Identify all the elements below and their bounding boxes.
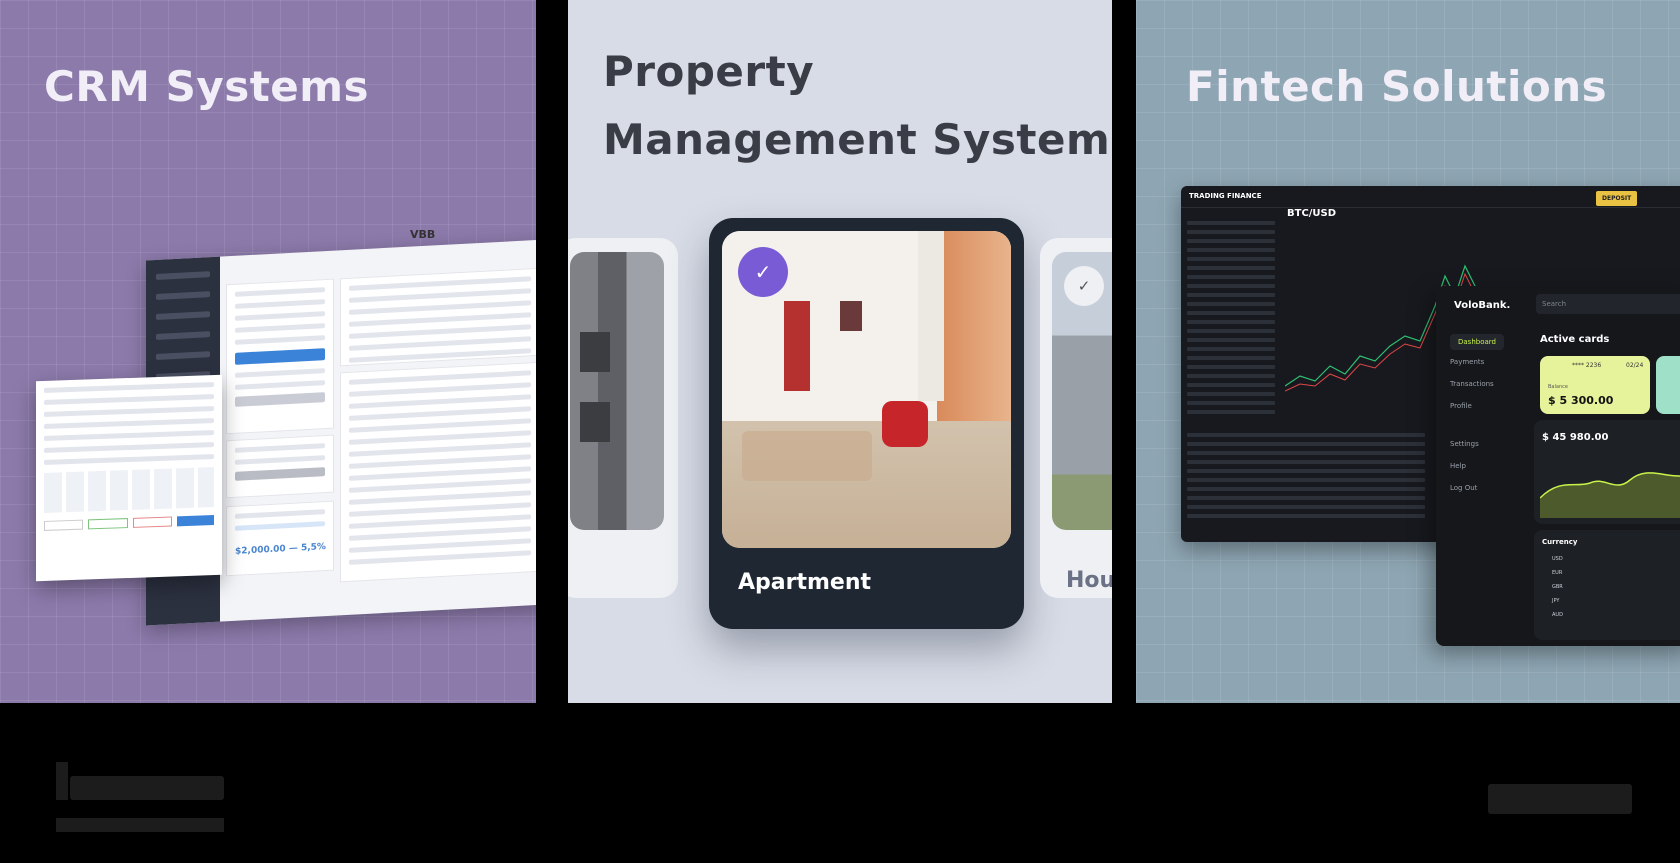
nav-dashboard[interactable]: Dashboard — [1450, 334, 1504, 350]
property-title: Property Management System — [603, 38, 1110, 174]
crm-tickets-history — [340, 361, 536, 583]
currency-usd: USD — [1552, 556, 1563, 562]
deposit-button[interactable]: DEPOSIT — [1596, 191, 1638, 206]
nav-payments[interactable]: Payments — [1450, 358, 1484, 366]
currency-title: Currency — [1542, 538, 1578, 546]
nav-settings[interactable]: Settings — [1450, 440, 1479, 448]
card-balance-label: Balance — [1548, 384, 1568, 390]
currency-gbr: GBR — [1552, 584, 1563, 590]
card-number: **** 2236 — [1572, 362, 1602, 369]
crm-pnl-value: $2,000.00 — 5,5% — [235, 542, 326, 557]
nav-logout[interactable]: Log Out — [1450, 484, 1477, 492]
active-card[interactable]: **** 2236 02/24 Balance $ 5 300.00 — [1540, 356, 1650, 414]
card-expiry: 02/24 — [1626, 362, 1644, 369]
total-balance: $ 45 980.00 — [1542, 432, 1609, 443]
currency-eur: EUR — [1552, 570, 1563, 576]
balance-area-chart — [1540, 472, 1680, 518]
trades-table — [1181, 428, 1431, 523]
check-icon[interactable]: ✓ — [738, 247, 788, 297]
currency-aud: AUD — [1552, 612, 1563, 618]
property-card-apartment[interactable]: ✓ Apartment — [709, 218, 1024, 629]
trading-brand: TRADING FINANCE — [1189, 192, 1262, 200]
crm-bet-modal — [36, 374, 222, 582]
property-card-label: Apartment — [738, 570, 872, 595]
property-panel[interactable]: Property Management System ✓ Apartment ✓… — [568, 0, 1112, 703]
crm-balance-history — [340, 267, 536, 367]
crm-pnl-card: $2,000.00 — 5,5% — [226, 500, 334, 577]
bank-search-input[interactable]: Search — [1536, 294, 1680, 314]
crm-title: CRM Systems — [44, 62, 370, 111]
building-image — [570, 252, 664, 530]
card-balance: $ 5 300.00 — [1548, 394, 1614, 407]
trading-pair: BTC/USD — [1287, 208, 1337, 219]
property-card-left[interactable] — [568, 238, 678, 598]
nav-profile[interactable]: Profile — [1450, 402, 1472, 410]
property-side-label: Hous — [1066, 568, 1112, 593]
check-icon[interactable]: ✓ — [1064, 266, 1104, 306]
currency-card: Currency USD EUR GBR JPY AUD — [1534, 530, 1680, 640]
nav-transactions[interactable]: Transactions — [1450, 380, 1494, 388]
bank-dashboard-preview: VoloBank. Search Dashboard Payments Tran… — [1436, 286, 1680, 646]
bank-brand: VoloBank. — [1454, 300, 1511, 311]
property-title-line2: Management System — [603, 115, 1111, 164]
property-card-house[interactable]: ✓ Hous — [1040, 238, 1112, 598]
secondary-card[interactable] — [1656, 356, 1680, 414]
crm-brand-logo: VBB — [410, 228, 436, 241]
active-cards-title: Active cards — [1540, 334, 1610, 345]
currency-jpy: JPY — [1552, 598, 1560, 604]
property-title-line1: Property — [603, 47, 815, 96]
crm-panel[interactable]: CRM Systems $2,000.00 — 5,5% VBB — [0, 0, 536, 703]
balance-chart-card: $ 45 980.00 — [1534, 420, 1680, 524]
crypto-list — [1181, 216, 1281, 419]
crm-credit-card — [226, 434, 334, 499]
crm-pnl-percent: 5,5% — [300, 542, 326, 554]
fintech-title: Fintech Solutions — [1186, 62, 1608, 111]
crm-pnl-amount: $2,000.00 — [235, 544, 286, 557]
fintech-panel[interactable]: Fintech Solutions TRADING FINANCE DEPOSI… — [1136, 0, 1680, 703]
crm-balance-card — [226, 278, 334, 435]
nav-help[interactable]: Help — [1450, 462, 1466, 470]
